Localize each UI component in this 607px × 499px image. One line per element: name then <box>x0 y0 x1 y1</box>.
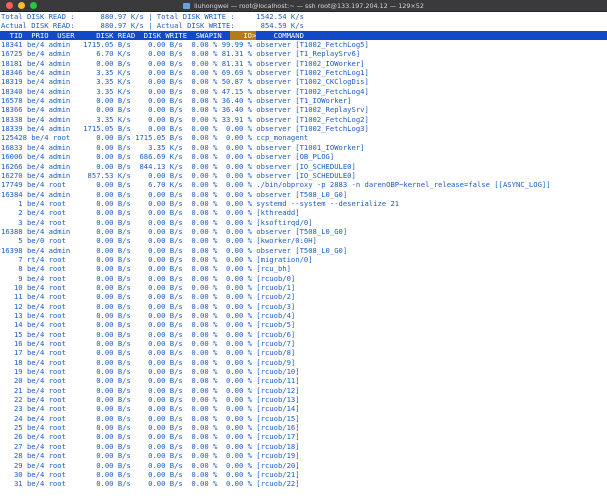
process-row: 9 be/4 root 0.00 B/s 0.00 B/s 0.00 % 0.0… <box>1 273 296 283</box>
process-row: 17749 be/4 root 0.00 B/s 6.70 K/s 0.00 %… <box>1 180 551 190</box>
process-row: 25 be/4 root 0.00 B/s 0.00 B/s 0.00 % 0.… <box>1 423 300 433</box>
process-row: 7 rt/4 root 0.00 B/s 0.00 B/s 0.00 % 0.0… <box>1 254 313 264</box>
process-row: 18346 be/4 admin 3.35 K/s 0.00 B/s 0.00 … <box>1 68 369 78</box>
process-row: 18366 be/4 admin 0.00 B/s 0.00 B/s 0.00 … <box>1 105 369 115</box>
process-row: 3 be/4 root 0.00 B/s 0.00 B/s 0.00 % 0.0… <box>1 217 313 227</box>
process-row: 16725 be/4 admin 6.70 K/s 0.00 B/s 0.00 … <box>1 49 361 59</box>
process-row: 18181 be/4 admin 0.00 B/s 0.00 B/s 0.00 … <box>1 58 365 68</box>
process-row: 16270 be/4 admin 857.53 K/s 0.00 B/s 0.0… <box>1 170 356 180</box>
summary-line: Total DISK READ : 880.97 K/s | Total DIS… <box>1 12 304 21</box>
process-row: 10 be/4 root 0.00 B/s 0.00 B/s 0.00 % 0.… <box>1 282 296 292</box>
process-row: 13 be/4 root 0.00 B/s 0.00 B/s 0.00 % 0.… <box>1 311 296 320</box>
process-row: 1 be/4 root 0.00 B/s 0.00 B/s 0.00 % 0.0… <box>1 198 400 208</box>
process-row: 31 be/4 root 0.00 B/s 0.00 B/s 0.00 % 0.… <box>1 479 300 489</box>
column-header-left: TID PRIO USER DISK READ DISK WRITE SWAPI… <box>1 30 231 40</box>
process-row: 16266 be/4 admin 0.00 B/s 844.13 K/s 0.0… <box>1 161 356 171</box>
title-bar: liuhongwei — root@localhost:~ — ssh root… <box>0 0 607 12</box>
process-row: 2 be/4 root 0.00 B/s 0.00 B/s 0.00 % 0.0… <box>1 208 300 218</box>
column-header-command: COMMAND <box>256 30 304 40</box>
terminal-window: liuhongwei — root@localhost:~ — ssh root… <box>0 0 607 499</box>
process-row: 18341 be/4 admin 1715.05 B/s 0.00 B/s 0.… <box>1 40 369 50</box>
summary-line: Actual DISK READ: 880.97 K/s | Actual DI… <box>1 21 304 31</box>
process-row: 16833 be/4 admin 0.00 B/s 3.35 K/s 0.00 … <box>1 142 365 152</box>
folder-icon <box>183 2 191 9</box>
process-row: 18338 be/4 admin 3.35 K/s 0.00 B/s 0.00 … <box>1 114 369 124</box>
process-row: 11 be/4 root 0.00 B/s 0.00 B/s 0.00 % 0.… <box>1 292 296 302</box>
process-row: 20 be/4 root 0.00 B/s 0.00 B/s 0.00 % 0.… <box>1 376 300 386</box>
process-row: 18340 be/4 admin 3.35 K/s 0.00 B/s 0.00 … <box>1 86 369 96</box>
process-row: 16006 be/4 admin 0.00 B/s 686.69 K/s 0.0… <box>1 152 335 162</box>
process-row: 26 be/4 root 0.00 B/s 0.00 B/s 0.00 % 0.… <box>1 432 300 442</box>
process-row: 8 be/4 root 0.00 B/s 0.00 B/s 0.00 % 0.0… <box>1 264 291 274</box>
process-row: 18 be/4 root 0.00 B/s 0.00 B/s 0.00 % 0.… <box>1 357 296 367</box>
process-row: 16384 be/4 admin 0.00 B/s 0.00 B/s 0.00 … <box>1 189 348 199</box>
process-row: 14 be/4 root 0.00 B/s 0.00 B/s 0.00 % 0.… <box>1 320 296 330</box>
process-row: 27 be/4 root 0.00 B/s 0.00 B/s 0.00 % 0.… <box>1 441 300 451</box>
sorted-column-io: IO> <box>230 30 257 40</box>
process-row: 16398 be/4 admin 0.00 B/s 0.00 B/s 0.00 … <box>1 245 348 255</box>
process-row: 18319 be/4 admin 3.35 K/s 0.00 B/s 0.00 … <box>1 77 369 87</box>
process-row: 125428 be/4 root 0.00 B/s 1715.05 B/s 0.… <box>1 133 309 143</box>
process-row: 16578 be/4 admin 0.00 B/s 0.00 B/s 0.00 … <box>1 96 352 106</box>
process-row: 17 be/4 root 0.00 B/s 0.00 B/s 0.00 % 0.… <box>1 348 296 358</box>
process-row: 22 be/4 root 0.00 B/s 0.00 B/s 0.00 % 0.… <box>1 395 300 405</box>
window-title: liuhongwei — root@localhost:~ — ssh root… <box>194 1 424 10</box>
process-row: 15 be/4 root 0.00 B/s 0.00 B/s 0.00 % 0.… <box>1 329 296 339</box>
terminal-output[interactable]: Total DISK READ : 880.97 K/s | Total DIS… <box>0 12 607 499</box>
process-row: 19 be/4 root 0.00 B/s 0.00 B/s 0.00 % 0.… <box>1 367 300 377</box>
process-row: 30 be/4 root 0.00 B/s 0.00 B/s 0.00 % 0.… <box>1 469 300 479</box>
process-row: 24 be/4 root 0.00 B/s 0.00 B/s 0.00 % 0.… <box>1 413 300 423</box>
process-row: 5 be/0 root 0.00 B/s 0.00 B/s 0.00 % 0.0… <box>1 236 317 246</box>
process-row: 28 be/4 root 0.00 B/s 0.00 B/s 0.00 % 0.… <box>1 451 300 461</box>
window-title-area: liuhongwei — root@localhost:~ — ssh root… <box>0 0 607 11</box>
process-row: 18339 be/4 admin 1715.05 B/s 0.00 B/s 0.… <box>1 124 369 134</box>
process-row: 23 be/4 root 0.00 B/s 0.00 B/s 0.00 % 0.… <box>1 404 300 414</box>
process-row: 12 be/4 root 0.00 B/s 0.00 B/s 0.00 % 0.… <box>1 301 296 311</box>
column-header: TID PRIO USER DISK READ DISK WRITE SWAPI… <box>0 30 607 41</box>
process-row: 16388 be/4 admin 0.00 B/s 0.00 B/s 0.00 … <box>1 226 348 236</box>
process-row: 16 be/4 root 0.00 B/s 0.00 B/s 0.00 % 0.… <box>1 339 296 349</box>
process-row: 21 be/4 root 0.00 B/s 0.00 B/s 0.00 % 0.… <box>1 385 300 395</box>
process-row: 29 be/4 root 0.00 B/s 0.00 B/s 0.00 % 0.… <box>1 460 300 470</box>
